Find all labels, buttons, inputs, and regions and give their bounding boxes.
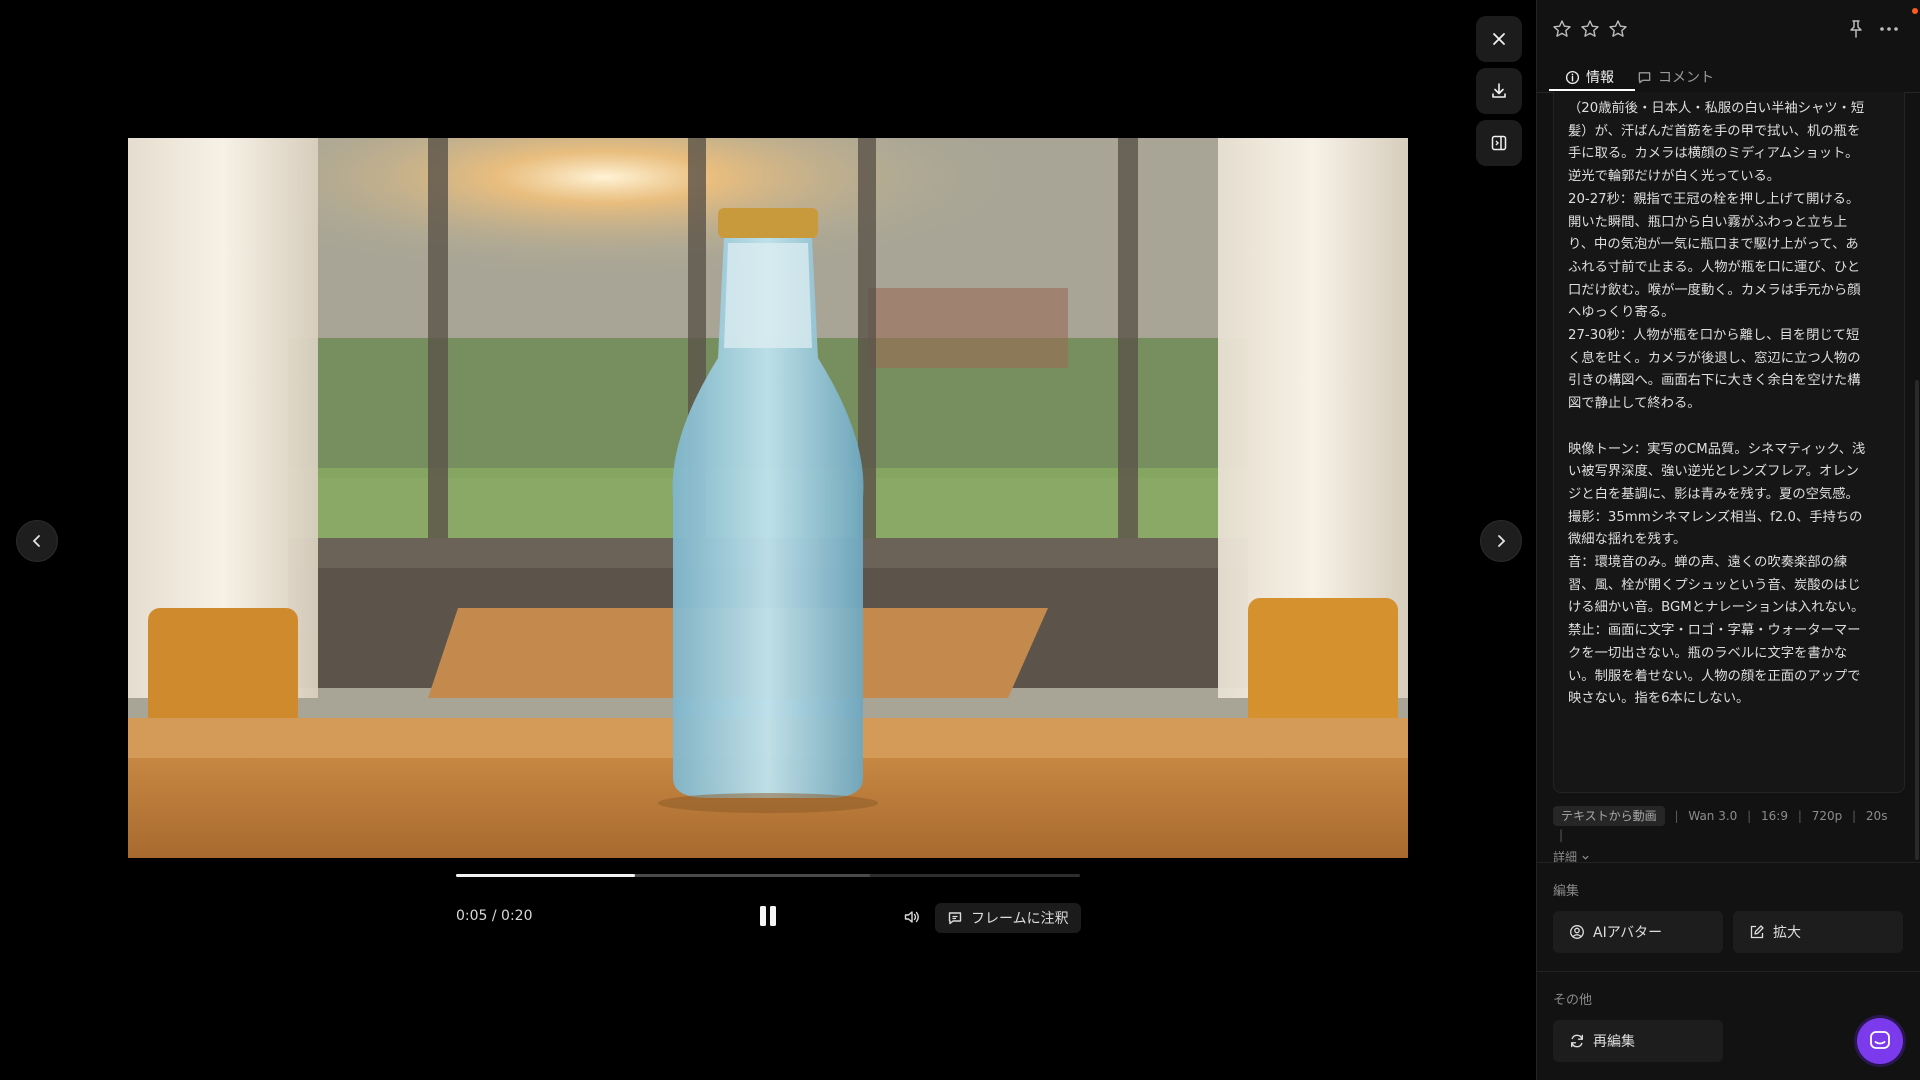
star-icon[interactable]: [1580, 19, 1600, 39]
sidebar-toggle-icon: [1491, 135, 1507, 151]
more-options-icon[interactable]: [1877, 18, 1901, 40]
comment-icon: [948, 912, 962, 925]
volume-icon: [904, 911, 919, 923]
edit-section-label: 編集: [1553, 884, 1580, 899]
chat-icon: [1870, 1031, 1890, 1049]
star-icon[interactable]: [1608, 19, 1628, 39]
other-section-label: その他: [1553, 993, 1593, 1008]
edit-expand-icon: [1750, 925, 1764, 939]
volume-button[interactable]: [900, 905, 924, 929]
notification-dot: [1912, 8, 1918, 14]
progress-bar[interactable]: [456, 874, 1080, 877]
meta-resolution: 720p: [1811, 809, 1843, 823]
details-label: 詳細: [1553, 850, 1578, 864]
star-icon[interactable]: [1552, 19, 1572, 39]
toggle-panel-button[interactable]: [1476, 120, 1522, 166]
info-icon: [1565, 70, 1580, 84]
expand-label: 拡大: [1773, 925, 1801, 941]
meta-aspect-ratio: 16:9: [1761, 809, 1788, 823]
previous-button[interactable]: [16, 520, 58, 562]
pause-button[interactable]: [754, 903, 782, 931]
tab-comment-label: コメント: [1658, 70, 1714, 86]
tab-info-label: 情報: [1586, 70, 1614, 86]
generation-meta: テキストから動画 | Wan 3.0 | 16:9 | 720p | 20s |…: [1553, 806, 1903, 866]
annotate-frame-button[interactable]: フレームに注釈: [935, 903, 1081, 933]
section-divider: [1537, 862, 1920, 863]
panel-tabs: 情報 コメント: [1537, 60, 1920, 93]
comment-icon: [1638, 71, 1651, 83]
progress-played: [456, 874, 636, 877]
details-toggle[interactable]: 詳細: [1553, 848, 1590, 866]
support-chat-button[interactable]: [1857, 1018, 1903, 1064]
refresh-icon: [1571, 1034, 1583, 1048]
avatar-icon: [1570, 925, 1584, 939]
section-divider: [1537, 971, 1920, 972]
video-still: [128, 138, 1408, 858]
active-tab-indicator: [1549, 89, 1635, 91]
video-frame[interactable]: [128, 138, 1408, 858]
media-viewer: 0:05 / 0:20 フレームに注釈: [0, 0, 1536, 1080]
tab-info[interactable]: 情報: [1561, 64, 1618, 90]
chevron-down-icon: [1582, 855, 1589, 860]
meta-model: Wan 3.0: [1688, 809, 1738, 823]
prompt-text-box[interactable]: （20歳前後・日本人・私服の白い半袖シャツ・短髪）が、汗ばんだ首筋を手の甲で拭い…: [1553, 92, 1905, 793]
pin-icon[interactable]: [1845, 18, 1867, 40]
expand-button[interactable]: 拡大: [1733, 911, 1903, 953]
meta-duration: 20s: [1865, 809, 1888, 823]
prompt-text: （20歳前後・日本人・私服の白い半袖シャツ・短髪）が、汗ばんだ首筋を手の甲で拭い…: [1568, 101, 1866, 707]
chevron-right-icon: [1498, 535, 1506, 547]
close-button[interactable]: [1476, 16, 1522, 62]
panel-scrollbar[interactable]: [1915, 380, 1919, 860]
annotate-frame-label: フレームに注釈: [971, 911, 1069, 927]
reedit-label: 再編集: [1593, 1034, 1635, 1050]
time-display: 0:05 / 0:20: [456, 908, 533, 924]
mode-badge: テキストから動画: [1553, 806, 1665, 826]
details-panel: 情報 コメント （20歳前後・日本人・私服の白い半袖シャツ・短髪）が、汗ばんだ首…: [1536, 0, 1920, 1080]
pause-icon: [760, 906, 776, 926]
download-icon: [1492, 83, 1506, 98]
panel-header: [1537, 0, 1920, 60]
ai-avatar-label: AIアバター: [1593, 925, 1663, 941]
next-button[interactable]: [1480, 520, 1522, 562]
close-icon: [1493, 33, 1505, 45]
download-button[interactable]: [1476, 68, 1522, 114]
ai-avatar-button[interactable]: AIアバター: [1553, 911, 1723, 953]
chevron-left-icon: [32, 535, 40, 547]
tab-comment[interactable]: コメント: [1637, 64, 1714, 90]
reedit-button[interactable]: 再編集: [1553, 1020, 1723, 1062]
